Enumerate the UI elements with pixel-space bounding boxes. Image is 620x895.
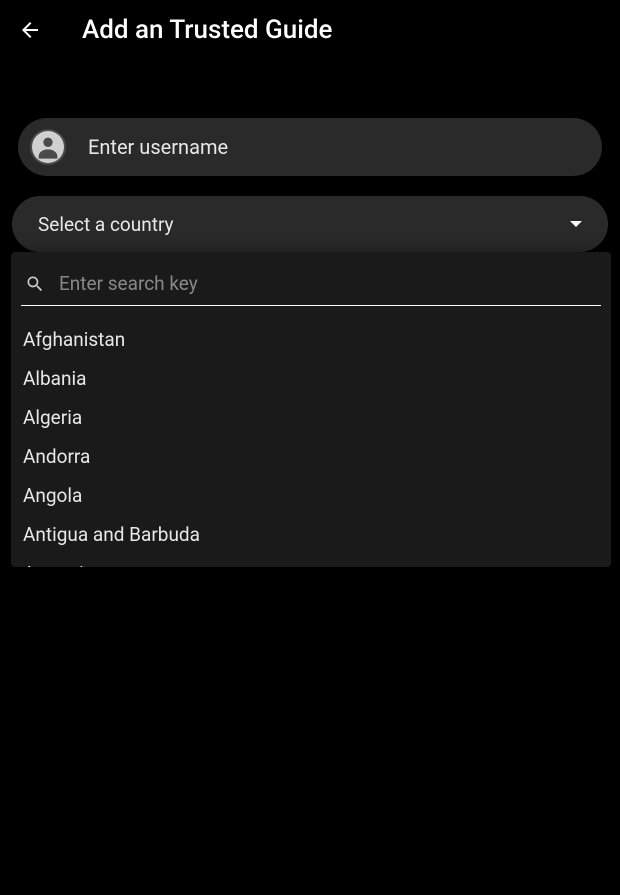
search-icon	[25, 274, 45, 294]
content-area: Select a country	[0, 60, 620, 252]
page-title: Add an Trusted Guide	[82, 15, 332, 45]
back-arrow-icon[interactable]	[18, 18, 42, 42]
country-item[interactable]: Argentina	[21, 554, 601, 567]
country-search-input[interactable]	[59, 272, 597, 295]
country-item[interactable]: Afghanistan	[21, 320, 601, 359]
country-select-label: Select a country	[38, 213, 174, 236]
country-item[interactable]: Angola	[21, 476, 601, 515]
header: Add an Trusted Guide	[0, 0, 620, 60]
search-row	[21, 272, 601, 306]
username-input[interactable]	[88, 135, 590, 159]
chevron-down-icon	[570, 221, 582, 227]
country-select[interactable]: Select a country	[12, 196, 608, 252]
avatar-circle	[30, 129, 66, 165]
country-list: Afghanistan Albania Algeria Andorra Ango…	[21, 320, 601, 567]
country-item[interactable]: Algeria	[21, 398, 601, 437]
country-item[interactable]: Albania	[21, 359, 601, 398]
country-item[interactable]: Antigua and Barbuda	[21, 515, 601, 554]
country-item[interactable]: Andorra	[21, 437, 601, 476]
username-field-container[interactable]	[18, 118, 602, 176]
country-dropdown-panel: Afghanistan Albania Algeria Andorra Ango…	[11, 252, 611, 567]
person-icon	[32, 131, 64, 163]
